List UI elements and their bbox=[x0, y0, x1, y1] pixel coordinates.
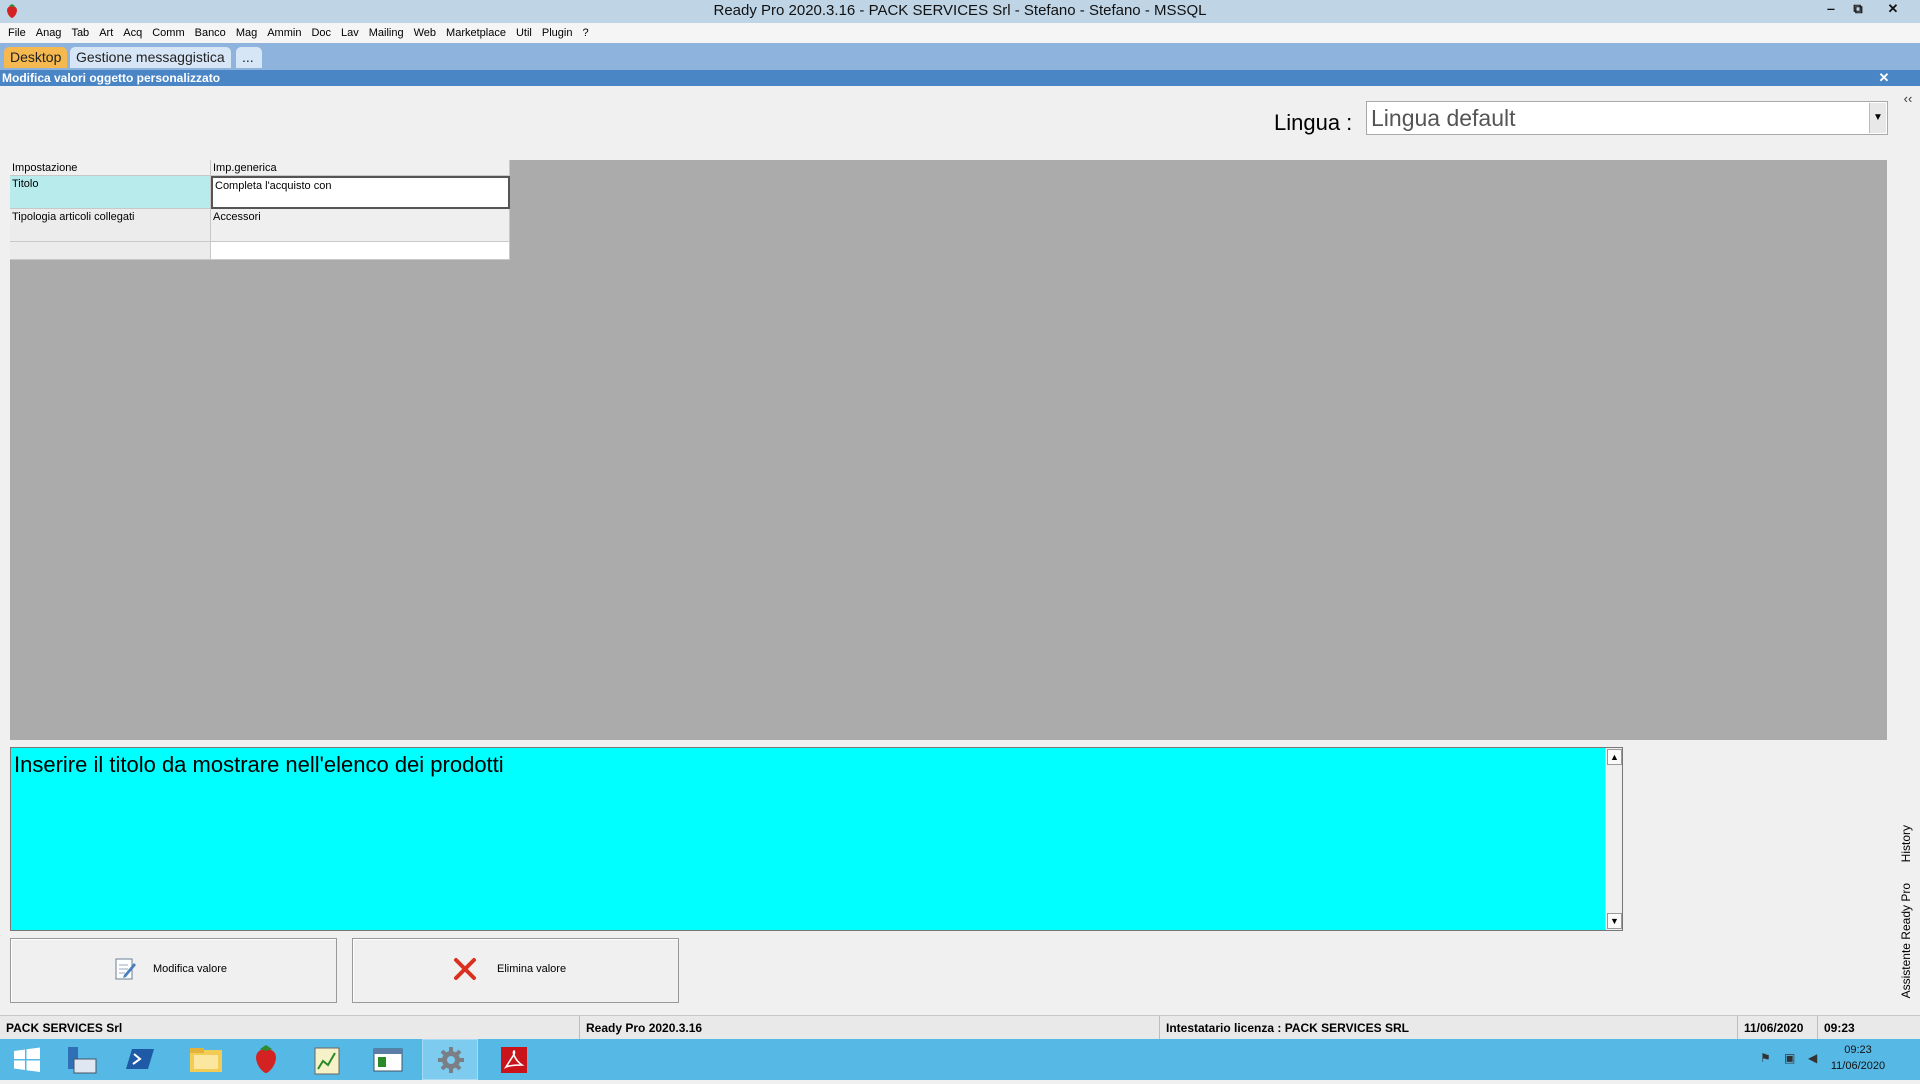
grid-cell-value[interactable]: Accessori bbox=[211, 209, 510, 242]
flag-tray-icon[interactable]: ⚑ bbox=[1760, 1051, 1771, 1065]
grid-background: Impostazione Imp.generica Titolo Complet… bbox=[10, 160, 1887, 740]
status-company: PACK SERVICES Srl bbox=[0, 1016, 580, 1040]
ready-pro-taskbar-icon[interactable] bbox=[238, 1039, 294, 1080]
clock-date: 11/06/2020 bbox=[1830, 1060, 1886, 1072]
tab-assistente[interactable]: Assistente Ready Pro bbox=[1899, 883, 1913, 998]
description-text: Inserire il titolo da mostrare nell'elen… bbox=[14, 752, 504, 777]
menu-doc[interactable]: Doc bbox=[307, 23, 337, 43]
window-app-taskbar-icon[interactable] bbox=[360, 1039, 416, 1080]
description-textarea[interactable]: Inserire il titolo da mostrare nell'elen… bbox=[10, 747, 1623, 931]
status-bar: PACK SERVICES Srl Ready Pro 2020.3.16 In… bbox=[0, 1015, 1920, 1040]
modifica-valore-label: Modifica valore bbox=[153, 963, 227, 975]
restore-button[interactable]: ⧉ bbox=[1845, 0, 1871, 18]
modifica-valore-button[interactable]: Modifica valore bbox=[10, 938, 337, 1003]
grid-cell-value-selected[interactable]: Completa l'acquisto con bbox=[211, 176, 510, 209]
menu-mailing[interactable]: Mailing bbox=[365, 23, 410, 43]
menu-plugin[interactable]: Plugin bbox=[538, 23, 579, 43]
network-tray-icon[interactable]: ▣ bbox=[1784, 1051, 1795, 1065]
grid-cell-key[interactable]: Tipologia articoli collegati bbox=[10, 209, 211, 242]
menu-anag[interactable]: Anag bbox=[32, 23, 68, 43]
menu-banco[interactable]: Banco bbox=[191, 23, 232, 43]
menu-help[interactable]: ? bbox=[578, 23, 594, 43]
menu-file[interactable]: File bbox=[4, 23, 32, 43]
status-version: Ready Pro 2020.3.16 bbox=[580, 1016, 1160, 1040]
menu-bar: File Anag Tab Art Acq Comm Banco Mag Amm… bbox=[0, 23, 1920, 43]
taskbar-clock[interactable]: 09:23 11/06/2020 bbox=[1820, 1042, 1896, 1074]
scroll-down-icon[interactable]: ▼ bbox=[1607, 913, 1622, 929]
menu-util[interactable]: Util bbox=[512, 23, 538, 43]
title-bar: Ready Pro 2020.3.16 - PACK SERVICES Srl … bbox=[0, 0, 1920, 24]
file-explorer-taskbar-icon[interactable] bbox=[178, 1039, 234, 1080]
server-manager-taskbar-icon[interactable] bbox=[56, 1039, 112, 1080]
taskbar: ⚑ ▣ ◀ 09:23 11/06/2020 bbox=[0, 1039, 1920, 1080]
grid-cell-empty[interactable] bbox=[211, 242, 510, 260]
delete-x-icon bbox=[454, 958, 476, 980]
subwindow-close-icon[interactable]: ✕ bbox=[1876, 70, 1892, 86]
status-license: Intestatario licenza : PACK SERVICES SRL bbox=[1160, 1016, 1738, 1040]
side-tabs: History Assistente Ready Pro bbox=[1895, 825, 1920, 1015]
menu-ammin[interactable]: Ammin bbox=[263, 23, 307, 43]
column-header-imp-generica[interactable]: Imp.generica bbox=[211, 160, 510, 176]
grid-cell-empty[interactable] bbox=[10, 242, 211, 260]
tab-more[interactable]: ... bbox=[236, 47, 262, 68]
status-time: 09:23 bbox=[1824, 1021, 1855, 1035]
lingua-label: Lingua : bbox=[1274, 110, 1353, 135]
menu-tab[interactable]: Tab bbox=[67, 23, 95, 43]
powershell-taskbar-icon[interactable] bbox=[112, 1039, 168, 1080]
menu-web[interactable]: Web bbox=[410, 23, 442, 43]
subwindow-title: Modifica valori oggetto personalizzato bbox=[2, 71, 221, 85]
windows-icon bbox=[14, 1047, 40, 1072]
elimina-valore-button[interactable]: Elimina valore bbox=[352, 938, 679, 1003]
tab-history[interactable]: History bbox=[1899, 825, 1913, 862]
menu-acq[interactable]: Acq bbox=[119, 23, 148, 43]
menu-art[interactable]: Art bbox=[95, 23, 119, 43]
start-button[interactable] bbox=[0, 1039, 56, 1080]
lingua-value: Lingua default bbox=[1371, 105, 1516, 131]
column-header-impostazione[interactable]: Impostazione bbox=[10, 160, 211, 176]
scroll-up-icon[interactable]: ▲ bbox=[1607, 749, 1622, 765]
window-title: Ready Pro 2020.3.16 - PACK SERVICES Srl … bbox=[713, 2, 1207, 19]
close-button[interactable]: ✕ bbox=[1880, 0, 1906, 18]
menu-mag[interactable]: Mag bbox=[232, 23, 263, 43]
chart-app-taskbar-icon[interactable] bbox=[300, 1039, 356, 1080]
pdf-reader-taskbar-icon[interactable] bbox=[486, 1039, 542, 1080]
tab-gestione-messaggistica[interactable]: Gestione messaggistica bbox=[70, 47, 231, 68]
grid-cell-key[interactable]: Titolo bbox=[10, 176, 211, 209]
clock-time: 09:23 bbox=[1844, 1044, 1872, 1056]
collapse-panel-icon[interactable]: ‹‹ bbox=[1896, 86, 1920, 114]
subwindow-caption: Modifica valori oggetto personalizzato ✕ bbox=[0, 70, 1920, 86]
menu-lav[interactable]: Lav bbox=[337, 23, 365, 43]
chevron-down-icon[interactable]: ▼ bbox=[1869, 103, 1886, 133]
vertical-scrollbar[interactable]: ▲ ▼ bbox=[1605, 748, 1622, 930]
menu-marketplace[interactable]: Marketplace bbox=[442, 23, 512, 43]
document-tab-strip: Desktop Gestione messaggistica ... bbox=[0, 43, 1920, 70]
status-date: 11/06/2020 bbox=[1738, 1016, 1818, 1040]
gear-icon bbox=[438, 1047, 464, 1073]
volume-tray-icon[interactable]: ◀ bbox=[1808, 1051, 1817, 1065]
lingua-select[interactable]: Lingua default ▼ bbox=[1366, 101, 1888, 135]
minimize-button[interactable]: ‒ bbox=[1818, 0, 1844, 18]
menu-comm[interactable]: Comm bbox=[148, 23, 190, 43]
settings-taskbar-icon[interactable] bbox=[422, 1039, 478, 1080]
tab-desktop[interactable]: Desktop bbox=[4, 47, 68, 68]
elimina-valore-label: Elimina valore bbox=[497, 963, 567, 975]
edit-icon bbox=[115, 958, 136, 980]
settings-grid: Impostazione Imp.generica Titolo Complet… bbox=[10, 160, 510, 260]
